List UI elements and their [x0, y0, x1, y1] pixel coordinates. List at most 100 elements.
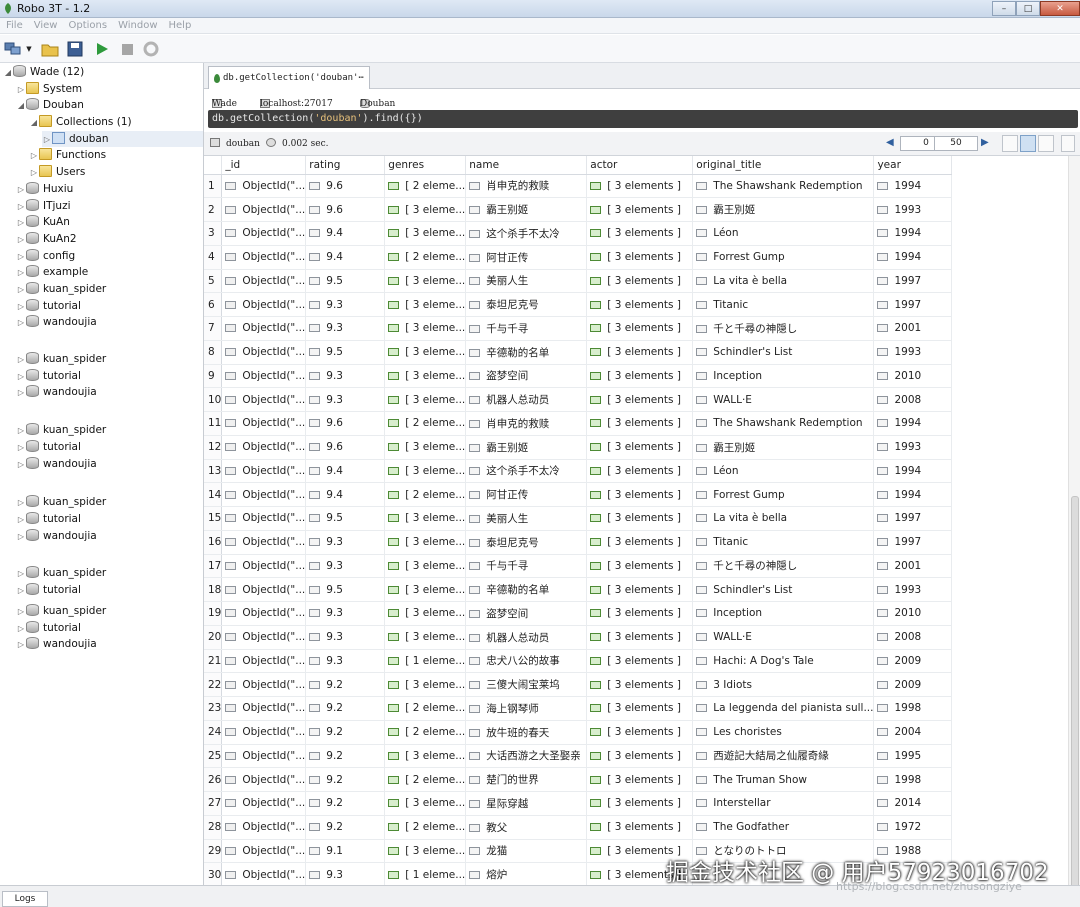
table-row[interactable]: 22 ObjectId("... 9.2 [ 3 eleme... 三傻大闹宝莱坞 [ 3…	[204, 672, 953, 697]
table-cell[interactable]: [ 3 eleme...	[384, 197, 467, 222]
table-row[interactable]: 18 ObjectId("... 9.5 [ 3 eleme... 辛德勒的名单 [ 3 …	[204, 577, 953, 602]
table-cell[interactable]: [ 2 eleme...	[384, 696, 467, 721]
table-cell[interactable]: 9.3	[305, 554, 386, 579]
table-cell[interactable]: ObjectId("...	[221, 245, 307, 270]
table-cell[interactable]: [ 3 elements ]	[586, 601, 694, 626]
table-cell[interactable]: Schindler's List	[692, 577, 875, 602]
table-cell[interactable]: 霸王別姬	[692, 435, 875, 460]
table-cell[interactable]: 9.2	[305, 791, 386, 816]
table-cell[interactable]: 1994	[873, 245, 953, 270]
table-cell[interactable]: ObjectId("...	[221, 625, 307, 650]
table-cell[interactable]: ObjectId("...	[221, 221, 307, 246]
tree-node-collections-1[interactable]: ◢ Collections (1)	[29, 114, 132, 130]
table-cell[interactable]: ObjectId("...	[221, 506, 307, 531]
table-cell[interactable]: 1997	[873, 506, 953, 531]
minimize-button[interactable]: –	[992, 1, 1016, 16]
tree-node-kuan[interactable]: ▷ KuAn	[16, 214, 70, 230]
table-cell[interactable]: 2001	[873, 554, 953, 579]
table-cell[interactable]: [ 3 elements ]	[586, 221, 694, 246]
table-cell[interactable]: [ 3 elements ]	[586, 767, 694, 792]
collapsed-arrow-icon[interactable]: ▷	[16, 440, 26, 456]
vertical-scrollbar[interactable]	[1068, 156, 1080, 906]
table-cell[interactable]: 三傻大闹宝莱坞	[465, 672, 588, 697]
table-cell[interactable]: 1972	[873, 815, 953, 840]
table-cell[interactable]: Léon	[692, 459, 875, 484]
table-cell[interactable]: 辛德勒的名单	[465, 340, 588, 365]
table-cell[interactable]: 9.3	[305, 625, 386, 650]
table-cell[interactable]: 9.3	[305, 387, 386, 412]
table-cell[interactable]: ObjectId("...	[221, 862, 307, 885]
table-cell[interactable]: 1997	[873, 292, 953, 317]
table-cell[interactable]: [ 3 eleme...	[384, 625, 467, 650]
collapsed-arrow-icon[interactable]: ▷	[16, 457, 26, 473]
table-cell[interactable]: 9.3	[305, 862, 386, 885]
table-cell[interactable]: Inception	[692, 601, 875, 626]
table-cell[interactable]: 美丽人生	[465, 269, 588, 294]
table-cell[interactable]: [ 3 eleme...	[384, 292, 467, 317]
table-cell[interactable]: 2014	[873, 791, 953, 816]
table-cell[interactable]: 9.2	[305, 720, 386, 745]
collapsed-arrow-icon[interactable]: ▷	[16, 182, 26, 198]
tree-node-kuan-spider[interactable]: ▷ kuan_spider	[16, 351, 106, 367]
table-row[interactable]: 4 ObjectId("... 9.4 [ 2 eleme... 阿甘正传 [ 3 ele…	[204, 245, 953, 270]
table-row[interactable]: 24 ObjectId("... 9.2 [ 2 eleme... 放牛班的春天 [ 3 …	[204, 720, 953, 745]
tree-node-kuan-spider[interactable]: ▷ kuan_spider	[16, 603, 106, 619]
table-row[interactable]: 27 ObjectId("... 9.2 [ 3 eleme... 星际穿越 [ 3 el…	[204, 791, 953, 816]
table-cell[interactable]: ObjectId("...	[221, 174, 307, 199]
table-cell[interactable]: 9.3	[305, 649, 386, 674]
tree-node-douban[interactable]: ◢ Douban	[16, 97, 84, 113]
tree-view-button[interactable]	[1002, 135, 1018, 152]
table-cell[interactable]: [ 3 elements ]	[586, 744, 694, 769]
text-view-button[interactable]	[1038, 135, 1054, 152]
table-cell[interactable]: Schindler's List	[692, 340, 875, 365]
table-row[interactable]: 2 ObjectId("... 9.6 [ 3 eleme... 霸王别姬 [ 3 ele…	[204, 197, 953, 222]
table-cell[interactable]: [ 3 elements ]	[586, 411, 694, 436]
table-cell[interactable]: 机器人总动员	[465, 387, 588, 412]
table-cell[interactable]: Forrest Gump	[692, 482, 875, 507]
table-cell[interactable]: [ 1 eleme...	[384, 649, 467, 674]
collapsed-arrow-icon[interactable]: ▷	[16, 352, 26, 368]
table-row[interactable]: 8 ObjectId("... 9.5 [ 3 eleme... 辛德勒的名单 [ 3 e…	[204, 340, 953, 365]
table-cell[interactable]: [ 3 elements ]	[586, 625, 694, 650]
table-cell[interactable]: [ 3 eleme...	[384, 791, 467, 816]
table-cell[interactable]: ObjectId("...	[221, 649, 307, 674]
table-cell[interactable]: [ 3 elements ]	[586, 530, 694, 555]
table-row[interactable]: 19 ObjectId("... 9.3 [ 3 eleme... 盗梦空间 [ 3 el…	[204, 601, 953, 626]
table-cell[interactable]: 1998	[873, 696, 953, 721]
table-cell[interactable]: The Godfather	[692, 815, 875, 840]
open-button[interactable]	[40, 39, 60, 59]
column-header-rating[interactable]: rating	[305, 156, 386, 175]
table-cell[interactable]: ObjectId("...	[221, 815, 307, 840]
table-cell[interactable]: WALL·E	[692, 625, 875, 650]
table-cell[interactable]: ObjectId("...	[221, 292, 307, 317]
table-cell[interactable]: 千と千尋の神隠し	[692, 554, 875, 579]
connect-button[interactable]	[3, 39, 23, 59]
table-cell[interactable]: La leggenda del pianista sull...	[692, 696, 875, 721]
table-cell[interactable]: [ 2 eleme...	[384, 815, 467, 840]
table-cell[interactable]: 9.3	[305, 364, 386, 389]
column-header-genres[interactable]: genres	[384, 156, 467, 175]
table-cell[interactable]: Hachi: A Dog's Tale	[692, 649, 875, 674]
stop-button[interactable]	[117, 39, 137, 59]
table-cell[interactable]: [ 3 elements ]	[586, 197, 694, 222]
table-cell[interactable]: 海上钢琴师	[465, 696, 588, 721]
table-cell[interactable]: ObjectId("...	[221, 411, 307, 436]
table-cell[interactable]: ObjectId("...	[221, 364, 307, 389]
table-cell[interactable]: Léon	[692, 221, 875, 246]
table-cell[interactable]: ObjectId("...	[221, 340, 307, 365]
collapsed-arrow-icon[interactable]: ▷	[16, 249, 26, 265]
table-cell[interactable]: 9.3	[305, 316, 386, 341]
tree-node-tutorial[interactable]: ▷ tutorial	[16, 511, 81, 527]
expanded-arrow-icon[interactable]: ◢	[29, 115, 39, 131]
menu-options[interactable]: Options	[62, 18, 112, 31]
column-header-original-title[interactable]: original_title	[692, 156, 875, 175]
collapsed-arrow-icon[interactable]: ▷	[16, 566, 26, 582]
column-header-year[interactable]: year	[873, 156, 953, 175]
table-cell[interactable]: 1993	[873, 435, 953, 460]
table-cell[interactable]: 千与千寻	[465, 554, 588, 579]
table-cell[interactable]: [ 3 elements ]	[586, 364, 694, 389]
tree-node-itjuzi[interactable]: ▷ ITjuzi	[16, 198, 71, 214]
tree-node-wandoujia[interactable]: ▷ wandoujia	[16, 528, 97, 544]
table-cell[interactable]: [ 2 eleme...	[384, 245, 467, 270]
table-row[interactable]: 12 ObjectId("... 9.6 [ 3 eleme... 霸王别姬 [ 3 el…	[204, 435, 953, 460]
